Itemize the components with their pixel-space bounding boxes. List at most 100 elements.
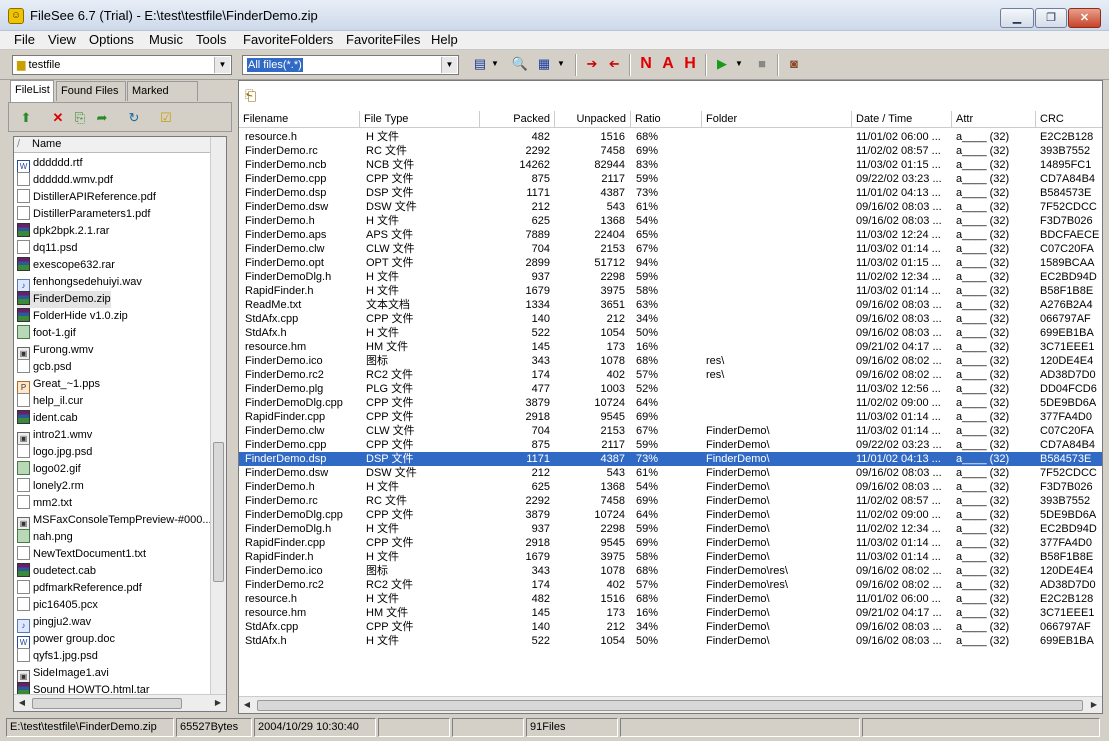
stop-icon[interactable]: ■	[753, 55, 771, 73]
table-row[interactable]: FinderDemo.rc RC 文件 2292 7458 69% FinderDemo\…	[239, 494, 1102, 508]
table-row[interactable]: FinderDemoDlg.h H 文件 937 2298 59% 11/02/02 12…	[239, 270, 1102, 284]
list-item[interactable]: ▣ MSFaxConsoleTempPreview-#000...	[17, 512, 212, 531]
table-row[interactable]: RapidFinder.cpp CPP 文件 2918 9545 69% FinderDe…	[239, 536, 1102, 550]
list-item[interactable]: FolderHide v1.0.zip	[17, 308, 128, 325]
chevron-down-icon[interactable]: ▼	[555, 55, 567, 73]
menu-view[interactable]: View	[48, 32, 76, 48]
list-item[interactable]: NewTextDocument1.txt	[17, 546, 146, 563]
list-item[interactable]: help_il.cur	[17, 393, 83, 410]
n-button[interactable]: N	[637, 55, 655, 73]
table-row[interactable]: resource.hm HM 文件 145 173 16% 09/21/02 04:17 …	[239, 340, 1102, 354]
col-date-time[interactable]: Date / Time	[852, 111, 952, 128]
list-item[interactable]: foot-1.gif	[17, 325, 76, 342]
menu-options[interactable]: Options	[89, 32, 134, 48]
table-row[interactable]: FinderDemo.dsp DSP 文件 1171 4387 73% 11/01/02 …	[239, 186, 1102, 200]
table-row[interactable]: FinderDemo.cpp CPP 文件 875 2117 59% 09/22/02 0…	[239, 172, 1102, 186]
list-item[interactable]: ident.cab	[17, 410, 78, 427]
col-unpacked[interactable]: Unpacked	[555, 111, 631, 128]
list-item[interactable]: oudetect.cab	[17, 563, 96, 580]
list-item[interactable]: mm2.txt	[17, 495, 72, 512]
tab-found-files[interactable]: Found Files	[56, 81, 126, 101]
table-row[interactable]: StdAfx.cpp CPP 文件 140 212 34% 09/16/02 08:03 …	[239, 312, 1102, 326]
table-row[interactable]: resource.h H 文件 482 1516 68% FinderDemo\ 11/01…	[239, 592, 1102, 606]
table-row[interactable]: FinderDemo.rc2 RC2 文件 174 402 57% res\ 09/16/0…	[239, 368, 1102, 382]
table-row[interactable]: FinderDemo.plg PLG 文件 477 1003 52% 11/03/02 1…	[239, 382, 1102, 396]
table-row[interactable]: FinderDemo.ico 图标 343 1078 68% res\ 09/16/02 0…	[239, 354, 1102, 368]
folder-combo[interactable]: ▆ testfile ▼	[12, 55, 232, 75]
list-item[interactable]: pic16405.pcx	[17, 597, 98, 614]
table-row[interactable]: resource.hm HM 文件 145 173 16% FinderDemo\ 09/2…	[239, 606, 1102, 620]
table-row[interactable]: FinderDemoDlg.cpp CPP 文件 3879 10724 64% 11/02…	[239, 396, 1102, 410]
col-crc[interactable]: CRC	[1036, 111, 1102, 128]
tab-marked-files[interactable]: Marked Files	[127, 81, 198, 115]
table-row[interactable]: FinderDemo.dsp DSP 文件 1171 4387 73% FinderDem…	[239, 452, 1102, 466]
list-item[interactable]: nah.png	[17, 529, 73, 546]
table-row[interactable]: FinderDemoDlg.h H 文件 937 2298 59% FinderDemo\…	[239, 522, 1102, 536]
list-item[interactable]: dpk2bpk.2.1.rar	[17, 223, 109, 240]
copy-icon[interactable]: ⎘	[71, 109, 89, 127]
up-folder-icon[interactable]: ⬆	[17, 109, 35, 127]
col-file-type[interactable]: File Type	[360, 111, 480, 128]
list-item[interactable]: logo02.gif	[17, 461, 81, 478]
scroll-right-icon[interactable]: ▶	[1086, 697, 1102, 713]
col-packed[interactable]: Packed	[480, 111, 555, 128]
col-attr[interactable]: Attr	[952, 111, 1036, 128]
list-item[interactable]: dddddd.wmv.pdf	[17, 172, 113, 189]
vertical-scrollbar[interactable]	[210, 137, 226, 695]
table-row[interactable]: FinderDemo.ico 图标 343 1078 68% FinderDemo\res…	[239, 564, 1102, 578]
list-item[interactable]: DistillerParameters1.pdf	[17, 206, 150, 223]
a-button[interactable]: A	[659, 55, 677, 73]
menu-music[interactable]: Music	[149, 32, 183, 48]
scroll-thumb[interactable]	[257, 700, 1083, 711]
list-item[interactable]: ♪ pingju2.wav	[17, 614, 91, 633]
table-row[interactable]: StdAfx.h H 文件 522 1054 50% 09/16/02 08:03 ...…	[239, 326, 1102, 340]
col-ratio[interactable]: Ratio	[631, 111, 702, 128]
list-item[interactable]: pdfmarkReference.pdf	[17, 580, 142, 597]
table-row[interactable]: FinderDemo.rc2 RC2 文件 174 402 57% FinderDemo\…	[239, 578, 1102, 592]
list-item[interactable]: exescope632.rar	[17, 257, 115, 274]
scroll-left-icon[interactable]: ◀	[239, 697, 255, 713]
viewer-icon[interactable]: ◙	[785, 55, 803, 73]
minimize-button[interactable]: ▁	[1000, 8, 1034, 28]
scroll-thumb[interactable]	[32, 698, 182, 709]
view-list-icon[interactable]: ▤	[471, 55, 489, 73]
menu-tools[interactable]: Tools	[196, 32, 226, 48]
table-row[interactable]: RapidFinder.h H 文件 1679 3975 58% 11/03/02 01:…	[239, 284, 1102, 298]
col-folder[interactable]: Folder	[702, 111, 852, 128]
arrow-left-icon[interactable]: ➔	[605, 55, 623, 73]
move-icon[interactable]: ➦	[93, 109, 111, 127]
filter-combo[interactable]: All files(*.*) ▼	[242, 55, 459, 75]
table-row[interactable]: FinderDemo.dsw DSW 文件 212 543 61% 09/16/02 08…	[239, 200, 1102, 214]
table-row[interactable]: FinderDemo.h H 文件 625 1368 54% 09/16/02 08:03…	[239, 214, 1102, 228]
menu-help[interactable]: Help	[431, 32, 458, 48]
list-item[interactable]: P Great_~1.pps	[17, 376, 100, 395]
horizontal-scrollbar[interactable]: ◀ ▶	[239, 696, 1102, 713]
col-filename[interactable]: Filename	[239, 111, 360, 128]
table-row[interactable]: FinderDemo.rc RC 文件 2292 7458 69% 11/02/02 08…	[239, 144, 1102, 158]
table-row[interactable]: FinderDemo.opt OPT 文件 2899 51712 94% 11/03/02…	[239, 256, 1102, 270]
mark-icon[interactable]: ☑	[157, 109, 175, 127]
table-row[interactable]: FinderDemo.h H 文件 625 1368 54% FinderDemo\ 09/…	[239, 480, 1102, 494]
chevron-down-icon[interactable]: ▼	[489, 55, 501, 73]
scroll-left-icon[interactable]: ◀	[14, 695, 30, 711]
extract-icon[interactable]: ⎗	[245, 87, 256, 104]
menu-file[interactable]: File	[14, 32, 35, 48]
list-item[interactable]: ♪ fenhongsedehuiyi.wav	[17, 274, 142, 293]
table-row[interactable]: FinderDemo.clw CLW 文件 704 2153 67% FinderDemo…	[239, 424, 1102, 438]
chevron-down-icon[interactable]: ▼	[214, 57, 230, 73]
list-item[interactable]: dq11.psd	[17, 240, 77, 257]
list-item[interactable]: gcb.psd	[17, 359, 72, 376]
table-row[interactable]: FinderDemo.cpp CPP 文件 875 2117 59% FinderDemo…	[239, 438, 1102, 452]
chevron-down-icon[interactable]: ▼	[733, 55, 745, 73]
refresh-icon[interactable]: ↻	[125, 109, 143, 127]
scroll-thumb[interactable]	[213, 442, 224, 582]
table-row[interactable]: StdAfx.cpp CPP 文件 140 212 34% FinderDemo\ 09/1…	[239, 620, 1102, 634]
delete-icon[interactable]: ✕	[49, 109, 67, 127]
horizontal-scrollbar[interactable]: ◀ ▶	[14, 694, 226, 711]
table-row[interactable]: FinderDemoDlg.cpp CPP 文件 3879 10724 64% Finde…	[239, 508, 1102, 522]
table-row[interactable]: FinderDemo.aps APS 文件 7889 22404 65% 11/03/02…	[239, 228, 1102, 242]
list-item[interactable]: Wdddddd.rtf	[17, 155, 83, 174]
play-icon[interactable]: ▶	[713, 55, 731, 73]
search-icon[interactable]: 🔍	[511, 55, 529, 73]
list-item[interactable]: lonely2.rm	[17, 478, 84, 495]
